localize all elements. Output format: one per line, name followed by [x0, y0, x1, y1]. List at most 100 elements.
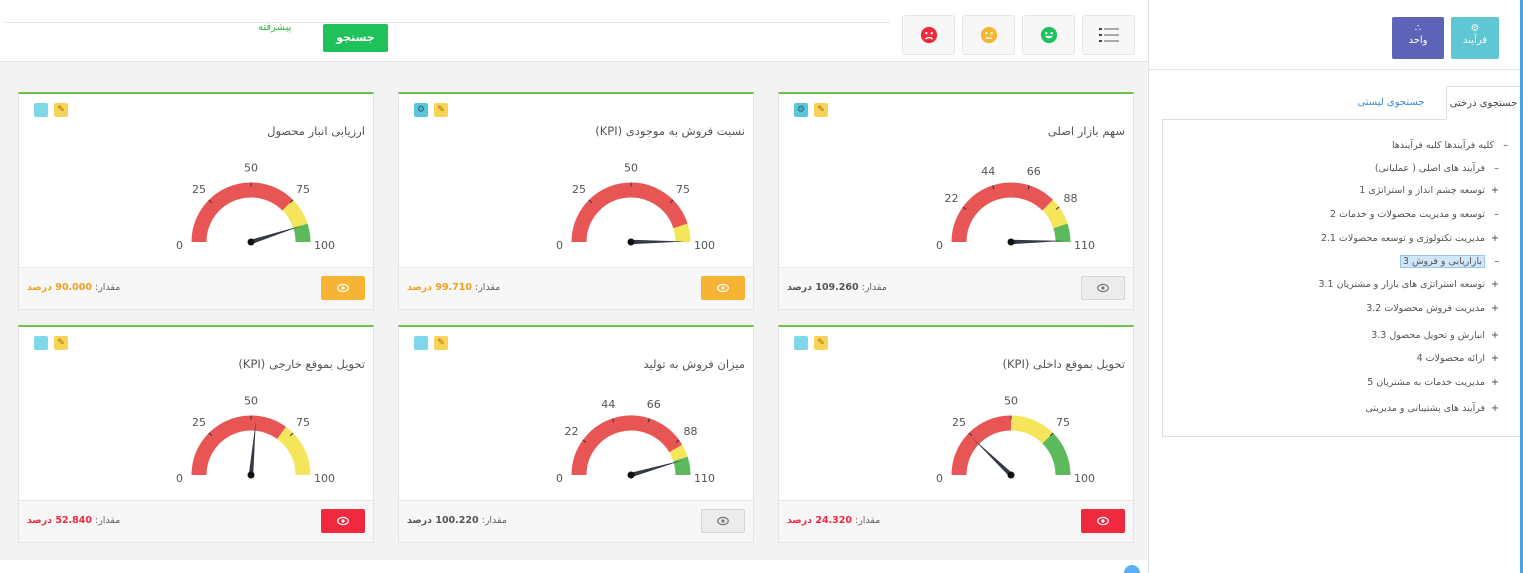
- tree-node-label[interactable]: توسعه و مدیریت محصولات و خدمات 2: [1330, 209, 1485, 220]
- view-details-button[interactable]: [321, 509, 365, 533]
- tree-node[interactable]: + توسعه استراتژی های بازار و مشتریان 3.1: [1318, 279, 1499, 290]
- collapse-icon[interactable]: –: [1489, 163, 1499, 174]
- tree-node-label[interactable]: مدیریت تکنولوژی و توسعه محصولات 2.1: [1321, 233, 1485, 244]
- advanced-search-link[interactable]: پیشرفته: [258, 22, 291, 33]
- expand-icon[interactable]: +: [1489, 353, 1499, 364]
- top-toolbar: پیشرفته جستجو: [0, 0, 1148, 62]
- gauge-hub: [1007, 471, 1015, 479]
- sidebar-header: ⚙ فرآیند ∴ واحد: [1149, 0, 1523, 70]
- tree-node-label[interactable]: ارائه محصولات 4: [1417, 353, 1485, 364]
- card-tools: ✎: [34, 336, 68, 350]
- kpi-title: تحویل بموقع خارجی (KPI): [238, 357, 365, 371]
- info-icon[interactable]: [34, 103, 48, 117]
- gauge-tick-label: 75: [296, 416, 310, 429]
- tree-node-label[interactable]: توسعه چشم انداز و استراتژی 1: [1359, 185, 1485, 196]
- gauge-tick-label: 100: [314, 239, 335, 252]
- neutral-face-icon: [980, 26, 997, 44]
- process-button[interactable]: ⚙ فرآیند: [1451, 17, 1499, 59]
- info-icon[interactable]: [414, 336, 428, 350]
- info-icon[interactable]: [794, 336, 808, 350]
- card-tools: ⚙ ✎: [414, 103, 448, 117]
- tree-node-label[interactable]: انبارش و تحویل محصول 3.3: [1371, 330, 1485, 341]
- view-details-button[interactable]: [321, 276, 365, 300]
- kpi-value: مقدار: 99.710 درصد: [407, 282, 500, 293]
- tree-node[interactable]: + مدیریت تکنولوژی و توسعه محصولات 2.1: [1321, 233, 1499, 244]
- filter-sad-button[interactable]: [902, 15, 955, 55]
- gauge-tick-label: 88: [683, 425, 697, 438]
- kpi-value: مقدار: 24.320 درصد: [787, 515, 880, 526]
- unit-button[interactable]: ∴ واحد: [1392, 17, 1444, 59]
- tree-node-label[interactable]: توسعه استراتژی های بازار و مشتریان 3.1: [1318, 279, 1485, 290]
- kpi-title: تحویل بموقع داخلی (KPI): [1002, 357, 1125, 371]
- edit-icon[interactable]: ✎: [434, 103, 448, 117]
- tree-node-label[interactable]: کلیه فرآیندها کلیه فرآیندها: [1392, 140, 1494, 151]
- app-window: پیشرفته جستجو ✎ ارزیابی انبار محصول 0 25 50 7…: [0, 0, 1523, 573]
- search-input[interactable]: [5, 22, 890, 23]
- bottom-strip: [0, 560, 1148, 573]
- tree-node[interactable]: –کلیه فرآیندها کلیه فرآیندها: [1392, 140, 1508, 151]
- view-details-button[interactable]: [1081, 276, 1125, 300]
- search-button[interactable]: جستجو: [323, 24, 388, 52]
- kpi-value-label: مقدار:: [852, 515, 881, 526]
- kpi-title: میزان فروش به تولید: [643, 357, 745, 371]
- sad-face-icon: [920, 26, 937, 44]
- kpi-value: مقدار: 100.220 درصد: [407, 515, 507, 526]
- gauge-hub: [627, 238, 635, 246]
- filter-neutral-button[interactable]: [962, 15, 1015, 55]
- gauge-hub: [1007, 238, 1015, 246]
- tree-node[interactable]: –توسعه و مدیریت محصولات و خدمات 2: [1330, 209, 1499, 220]
- edit-icon[interactable]: ✎: [814, 336, 828, 350]
- expand-icon[interactable]: +: [1489, 377, 1499, 388]
- edit-icon[interactable]: ✎: [814, 103, 828, 117]
- settings-icon[interactable]: ⚙: [414, 103, 428, 117]
- tree-node[interactable]: + مدیریت فروش محصولات 3.2: [1366, 303, 1499, 314]
- edit-icon[interactable]: ✎: [434, 336, 448, 350]
- view-details-button[interactable]: [701, 276, 745, 300]
- process-tree: –کلیه فرآیندها کلیه فرآیندها –فرآیند های …: [1162, 120, 1521, 437]
- gauge-tick-label: 100: [314, 472, 335, 485]
- tree-node[interactable]: –بازاریابی و فروش 3: [1399, 255, 1499, 268]
- expand-icon[interactable]: +: [1489, 403, 1499, 414]
- tree-node-label[interactable]: مدیریت خدمات به مشتریان 5: [1367, 377, 1485, 388]
- gauge-tick-label: 22: [565, 425, 579, 438]
- kpi-card: ✎ تحویل بموقع خارجی (KPI) 0 25 50 75 100 مقدار:…: [18, 325, 374, 543]
- kpi-value-label: مقدار:: [92, 282, 121, 293]
- kpi-footer: مقدار: 109.260 درصد: [779, 267, 1133, 309]
- gauge-tick-label: 50: [244, 162, 258, 175]
- settings-icon[interactable]: ⚙: [794, 103, 808, 117]
- expand-icon[interactable]: +: [1489, 233, 1499, 244]
- kpi-value: مقدار: 90.000 درصد: [27, 282, 120, 293]
- expand-icon[interactable]: +: [1489, 303, 1499, 314]
- tab-list-search[interactable]: جستجوی لیستی: [1351, 86, 1431, 120]
- collapse-icon[interactable]: –: [1498, 140, 1508, 151]
- edit-icon[interactable]: ✎: [54, 336, 68, 350]
- tab-tree-search[interactable]: جستجوی درختی: [1446, 86, 1521, 120]
- list-view-button[interactable]: [1082, 15, 1135, 55]
- tree-node[interactable]: + انبارش و تحویل محصول 3.3: [1371, 330, 1499, 341]
- tree-node[interactable]: –فرآیند های اصلی ( عملیاتی): [1375, 163, 1499, 174]
- gauge-yellow-zone: [669, 444, 688, 462]
- info-icon[interactable]: [34, 336, 48, 350]
- edit-icon[interactable]: ✎: [54, 103, 68, 117]
- kpi-value-number: 100.220 درصد: [407, 515, 479, 526]
- filter-happy-button[interactable]: [1022, 15, 1075, 55]
- expand-icon[interactable]: +: [1489, 185, 1499, 196]
- tree-node[interactable]: + مدیریت خدمات به مشتریان 5: [1367, 377, 1499, 388]
- tree-node-label[interactable]: فرآیند های اصلی ( عملیاتی): [1375, 163, 1485, 174]
- expand-icon[interactable]: +: [1489, 279, 1499, 290]
- collapse-icon[interactable]: –: [1489, 256, 1499, 267]
- tree-node-label[interactable]: فرآیند های پشتیبانی و مدیریتی: [1366, 403, 1486, 414]
- gauge-yellow-zone: [673, 223, 691, 243]
- view-details-button[interactable]: [1081, 509, 1125, 533]
- kpi-gauge: 0 25 50 75 100: [176, 162, 335, 253]
- tree-node-label[interactable]: بازاریابی و فروش 3: [1399, 255, 1485, 268]
- collapse-icon[interactable]: –: [1489, 209, 1499, 220]
- tree-node[interactable]: +فرآیند های پشتیبانی و مدیریتی: [1366, 403, 1500, 414]
- gauge-tick-label: 22: [945, 192, 959, 205]
- expand-icon[interactable]: +: [1489, 330, 1499, 341]
- gauge-red-zone: [571, 182, 688, 243]
- tree-node[interactable]: + ارائه محصولات 4: [1417, 353, 1499, 364]
- tree-node[interactable]: + توسعه چشم انداز و استراتژی 1: [1359, 185, 1499, 196]
- view-details-button[interactable]: [701, 509, 745, 533]
- tree-node-label[interactable]: مدیریت فروش محصولات 3.2: [1366, 303, 1485, 314]
